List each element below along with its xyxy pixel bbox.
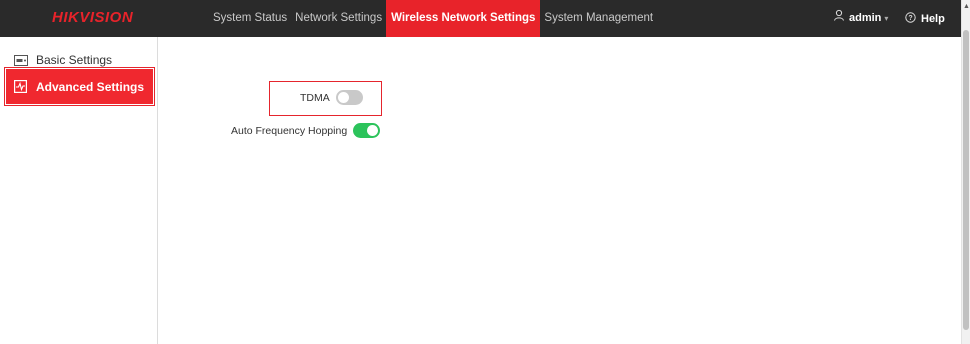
sidebar: Basic Settings Advanced Settings <box>0 37 158 344</box>
sidebar-item-advanced-settings[interactable]: Advanced Settings <box>4 67 155 106</box>
vertical-scrollbar[interactable]: ▲ <box>961 0 970 344</box>
main-nav: System Status Network Settings Wireless … <box>209 0 657 37</box>
activity-icon <box>14 80 36 93</box>
nav-network-settings[interactable]: Network Settings <box>291 0 386 37</box>
settings-panel: TDMA Auto Frequency Hopping <box>158 37 961 344</box>
auto-frequency-hopping-label: Auto Frequency Hopping <box>231 124 348 137</box>
help-button[interactable]: ? Help <box>905 0 945 37</box>
help-label: Help <box>921 12 945 25</box>
card-icon <box>14 54 36 66</box>
user-name: admin <box>849 12 882 24</box>
help-circle-icon: ? <box>905 11 916 26</box>
scroll-thumb[interactable] <box>963 30 969 330</box>
auto-frequency-hopping-row: Auto Frequency Hopping <box>231 123 381 138</box>
nav-wireless-network-settings[interactable]: Wireless Network Settings <box>386 0 541 37</box>
brand-logo: HIKVISION <box>52 9 134 26</box>
nav-system-status[interactable]: System Status <box>209 0 291 37</box>
sidebar-item-label: Basic Settings <box>36 53 113 67</box>
tdma-label: TDMA <box>300 91 330 104</box>
svg-text:?: ? <box>908 15 912 22</box>
scroll-up-icon[interactable]: ▲ <box>963 3 970 10</box>
tdma-toggle[interactable] <box>335 90 363 105</box>
user-icon <box>833 0 845 37</box>
tdma-row: TDMA <box>300 90 363 105</box>
auto-frequency-hopping-toggle[interactable] <box>353 123 381 138</box>
nav-system-management[interactable]: System Management <box>540 0 657 37</box>
user-menu[interactable]: admin ▾ <box>833 0 888 37</box>
top-bar: HIKVISION System Status Network Settings… <box>0 0 961 37</box>
sidebar-item-label: Advanced Settings <box>36 79 145 94</box>
toggle-knob <box>367 125 379 136</box>
toggle-knob <box>337 92 349 103</box>
chevron-down-icon: ▾ <box>884 14 889 23</box>
